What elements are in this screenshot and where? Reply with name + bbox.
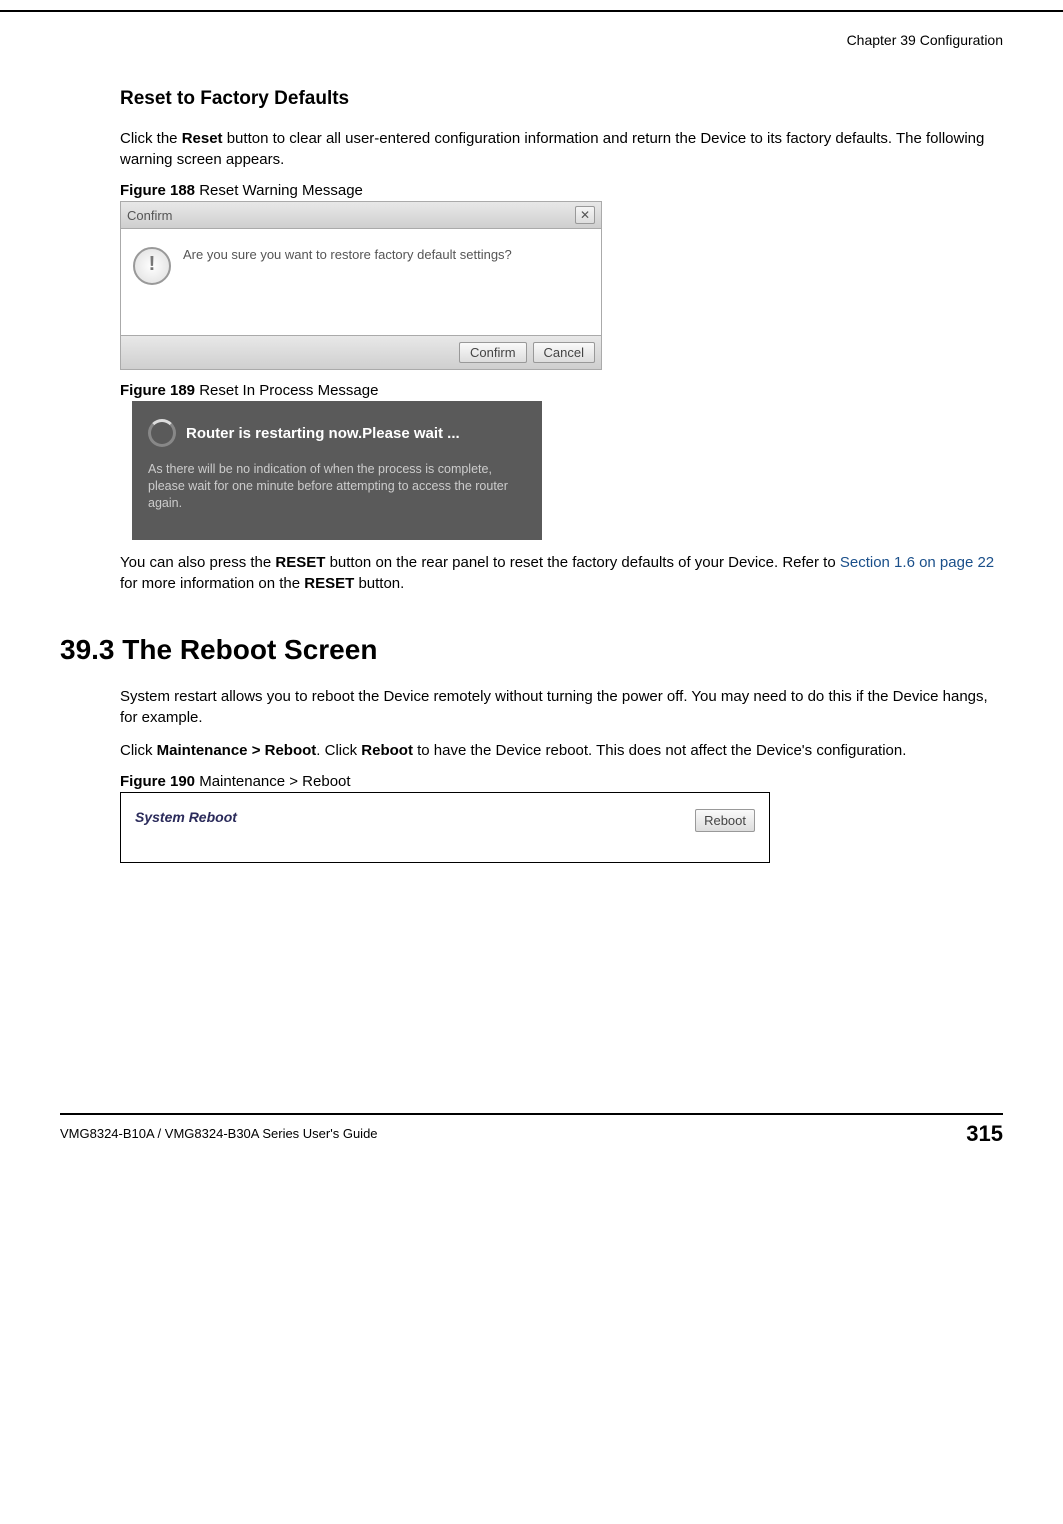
restart-message-box: Router is restarting now.Please wait ...… — [132, 401, 542, 540]
cross-reference-link[interactable]: Section 1.6 on page 22 — [840, 554, 994, 571]
text-fragment: button. — [354, 575, 404, 592]
figure-189-caption: Figure 189 Reset In Process Message — [120, 382, 1003, 399]
reset-paragraph-1: Click the Reset button to clear all user… — [120, 128, 1003, 170]
reboot-paragraph-1: System restart allows you to reboot the … — [120, 686, 1003, 728]
reboot-paragraph-2: Click Maintenance > Reboot. Click Reboot… — [120, 740, 1003, 761]
text-fragment: Click — [120, 742, 157, 759]
figure-caption-text: Reset In Process Message — [195, 382, 378, 399]
text-fragment: button to clear all user-entered configu… — [120, 130, 984, 168]
figure-label: Figure 189 — [120, 382, 195, 399]
dialog-titlebar: Confirm ✕ — [121, 202, 601, 229]
text-fragment: Click the — [120, 130, 182, 147]
reset-bold: RESET — [275, 554, 325, 571]
figure-label: Figure 190 — [120, 773, 195, 790]
reset-paragraph-2: You can also press the RESET button on t… — [120, 552, 1003, 594]
close-icon[interactable]: ✕ — [575, 206, 595, 224]
text-fragment: to have the Device reboot. This does not… — [413, 742, 906, 759]
text-fragment: You can also press the — [120, 554, 275, 571]
text-fragment: for more information on the — [120, 575, 304, 592]
figure-190-caption: Figure 190 Maintenance > Reboot — [120, 773, 1003, 790]
restart-headline-row: Router is restarting now.Please wait ... — [148, 419, 526, 447]
reboot-section-heading: 39.3 The Reboot Screen — [60, 634, 1003, 666]
reboot-bold: Reboot — [361, 742, 413, 759]
reboot-panel: System Reboot Reboot — [120, 792, 770, 863]
content-area: Reset to Factory Defaults Click the Rese… — [120, 88, 1003, 863]
dialog-body: Are you sure you want to restore factory… — [121, 229, 601, 335]
reboot-button[interactable]: Reboot — [695, 809, 755, 832]
confirm-button[interactable]: Confirm — [459, 342, 527, 363]
page-footer: VMG8324-B10A / VMG8324-B30A Series User'… — [60, 1113, 1003, 1147]
restart-detail-text: As there will be no indication of when t… — [148, 461, 526, 512]
text-fragment: button on the rear panel to reset the fa… — [325, 554, 839, 571]
reset-bold-word: Reset — [182, 130, 223, 147]
warning-icon — [133, 247, 171, 285]
reset-section-title: Reset to Factory Defaults — [120, 88, 1003, 110]
menu-path-bold: Maintenance > Reboot — [157, 742, 317, 759]
figure-caption-text: Maintenance > Reboot — [195, 773, 351, 790]
figure-label: Figure 188 — [120, 182, 195, 199]
page-number: 315 — [966, 1121, 1003, 1147]
dialog-message: Are you sure you want to restore factory… — [183, 247, 512, 262]
figure-caption-text: Reset Warning Message — [195, 182, 363, 199]
footer-guide-name: VMG8324-B10A / VMG8324-B30A Series User'… — [60, 1126, 378, 1141]
spinner-icon — [148, 419, 176, 447]
reset-bold: RESET — [304, 575, 354, 592]
cancel-button[interactable]: Cancel — [533, 342, 595, 363]
dialog-title: Confirm — [127, 208, 173, 223]
figure-188-caption: Figure 188 Reset Warning Message — [120, 182, 1003, 199]
confirm-dialog: Confirm ✕ Are you sure you want to resto… — [120, 201, 602, 370]
text-fragment: . Click — [316, 742, 361, 759]
chapter-header: Chapter 39 Configuration — [60, 32, 1003, 48]
restart-headline: Router is restarting now.Please wait ... — [186, 425, 460, 442]
dialog-footer: Confirm Cancel — [121, 335, 601, 369]
system-reboot-label: System Reboot — [135, 809, 237, 825]
page-container: Chapter 39 Configuration Reset to Factor… — [0, 10, 1063, 1167]
